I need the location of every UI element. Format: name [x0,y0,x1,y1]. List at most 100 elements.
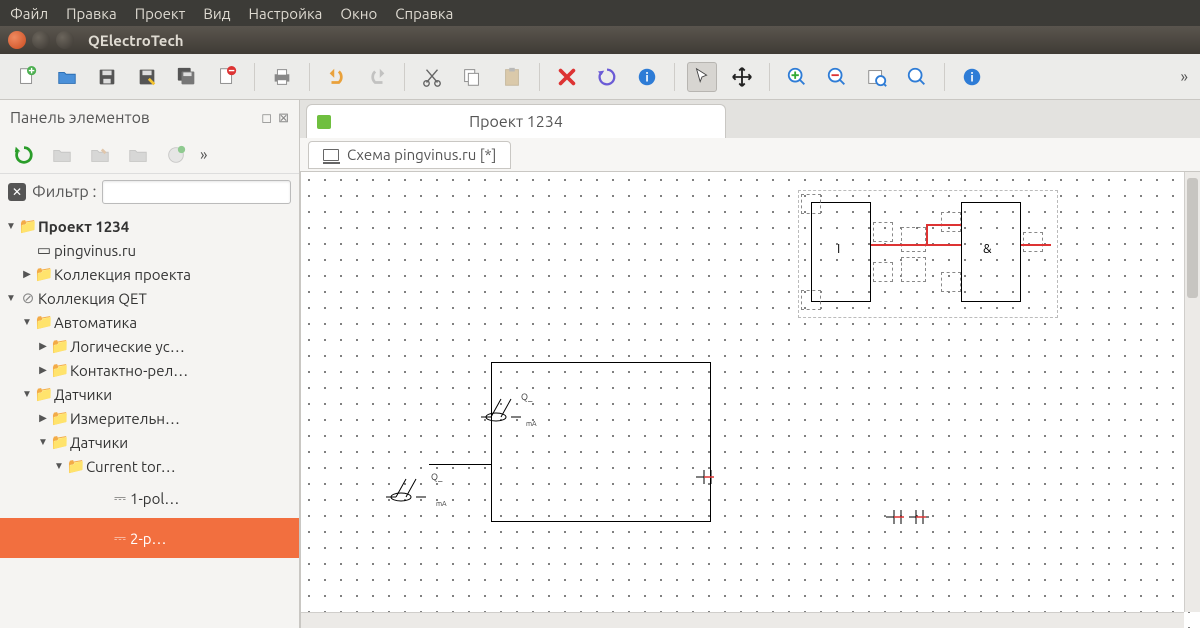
panel-close-icon[interactable]: ⊠ [278,111,289,126]
switch-symbol-1[interactable] [476,387,526,427]
filter-label: Фильтр : [32,183,96,201]
window-maximize-icon[interactable] [56,31,74,49]
panel-edit-button[interactable] [86,141,114,169]
tree-relay[interactable]: Контактно-рел… [70,362,188,379]
menu-view[interactable]: Вид [203,5,230,22]
terminal-symbol-1[interactable] [691,462,721,492]
work-area: Проект 1234 Схема pingvinus.ru [*] Q_ mA… [300,100,1200,628]
system-menubar[interactable]: Файл Правка Проект Вид Настройка Окно Сп… [0,0,1200,26]
menu-edit[interactable]: Правка [66,5,117,22]
redo-button[interactable] [362,62,392,92]
menu-settings[interactable]: Настройка [249,5,323,22]
zoom-reset-button[interactable] [902,62,932,92]
wire-red[interactable] [871,244,961,246]
svg-text:i: i [645,71,648,84]
toolbar-separator [254,63,255,91]
schematic-wire-frame[interactable] [491,362,711,522]
window-close-icon[interactable] [8,31,26,49]
toolbar-overflow[interactable]: » [1180,68,1188,86]
tree-sensors[interactable]: Датчики [54,386,112,403]
save-as-button[interactable] [132,62,162,92]
panel-tools-overflow[interactable]: » [200,146,208,164]
selection-bounds [798,190,1058,318]
cut-button[interactable] [417,62,447,92]
undo-button[interactable] [322,62,352,92]
rotate-button[interactable] [592,62,622,92]
move-tool-button[interactable] [727,62,757,92]
tree-current-tor[interactable]: Current tor… [86,458,176,475]
switch-symbol-2[interactable] [381,467,431,507]
toolbar-separator [674,63,675,91]
print-button[interactable] [267,62,297,92]
wire-red[interactable] [926,224,961,226]
panel-new-element-button[interactable] [162,141,190,169]
main-toolbar: i i » [0,54,1200,100]
select-tool-button[interactable] [687,62,717,92]
zoom-out-button[interactable] [822,62,852,92]
save-button[interactable] [92,62,122,92]
copy-button[interactable] [457,62,487,92]
panel-reload-button[interactable] [10,141,38,169]
tree-qet-collection[interactable]: Коллекция QET [38,290,147,307]
terminal-symbol-2[interactable] [881,502,931,532]
schema-tab[interactable]: Схема pingvinus.ru [*] [308,141,511,169]
schema-icon [323,149,339,161]
toolbar-separator [769,63,770,91]
filter-clear-icon[interactable]: ✕ [8,183,26,201]
zoom-fit-button[interactable] [862,62,892,92]
tree-item-1pol[interactable]: 1-pol… [130,490,179,507]
paste-button[interactable] [497,62,527,92]
component-label-ma1: mA [526,420,537,428]
about-button[interactable]: i [957,62,987,92]
component-label-ma2: mA [436,500,447,508]
close-file-button[interactable] [212,62,242,92]
menu-help[interactable]: Справка [395,5,453,22]
menu-file[interactable]: Файл [10,5,48,22]
zoom-in-button[interactable] [782,62,812,92]
elements-panel: Панель элементов ◻ ⊠ » ✕ Фильтр : ▼📁Прое… [0,100,300,628]
canvas-viewport[interactable]: Q_ mA Q_ mA I & [300,172,1200,628]
canvas-scrollbar-horizontal[interactable] [301,612,1184,628]
schema-tabstrip: Схема pingvinus.ru [*] [300,138,1200,172]
window-titlebar: QElectroTech [0,26,1200,54]
wire-red[interactable] [926,224,928,244]
schema-tab-label: Схема pingvinus.ru [*] [347,146,496,163]
window-title: QElectroTech [88,32,184,49]
toolbar-separator [944,63,945,91]
project-tabstrip: Проект 1234 [300,100,1200,138]
wire [429,464,491,465]
tree-project[interactable]: Проект 1234 [38,218,129,235]
save-all-button[interactable] [172,62,202,92]
new-file-button[interactable] [12,62,42,92]
tree-logic[interactable]: Логические ус… [70,338,185,355]
svg-text:i: i [970,71,973,84]
menu-window[interactable]: Окно [340,5,377,22]
canvas-grid [301,172,1200,628]
wire-red[interactable] [1021,244,1051,246]
open-button[interactable] [52,62,82,92]
tree-measure[interactable]: Измерительн… [70,410,180,427]
delete-button[interactable] [552,62,582,92]
project-tab[interactable]: Проект 1234 [306,104,726,138]
panel-new-folder-button[interactable] [48,141,76,169]
filter-input[interactable] [102,180,291,204]
component-label-q2: Q_ [431,472,442,482]
tree-automation[interactable]: Автоматика [54,314,137,331]
toolbar-separator [404,63,405,91]
panel-detach-icon[interactable]: ◻ [261,111,272,126]
tree-sensors2[interactable]: Датчики [70,434,128,451]
project-icon [317,115,331,129]
toolbar-separator [309,63,310,91]
window-minimize-icon[interactable] [32,31,50,49]
menu-project[interactable]: Проект [135,5,186,22]
canvas-scrollbar-vertical[interactable] [1184,172,1200,612]
elements-tree[interactable]: ▼📁Проект 1234 ▭pingvinus.ru ▶📁Коллекция … [0,210,299,628]
toolbar-separator [539,63,540,91]
info-button[interactable]: i [632,62,662,92]
project-tab-label: Проект 1234 [469,113,563,131]
tree-item-2p[interactable]: 2-p… [130,530,166,547]
panel-title: Панель элементов [10,109,150,127]
panel-delete-button[interactable] [124,141,152,169]
tree-project-collection[interactable]: Коллекция проекта [54,266,191,283]
tree-schema[interactable]: pingvinus.ru [54,242,136,259]
